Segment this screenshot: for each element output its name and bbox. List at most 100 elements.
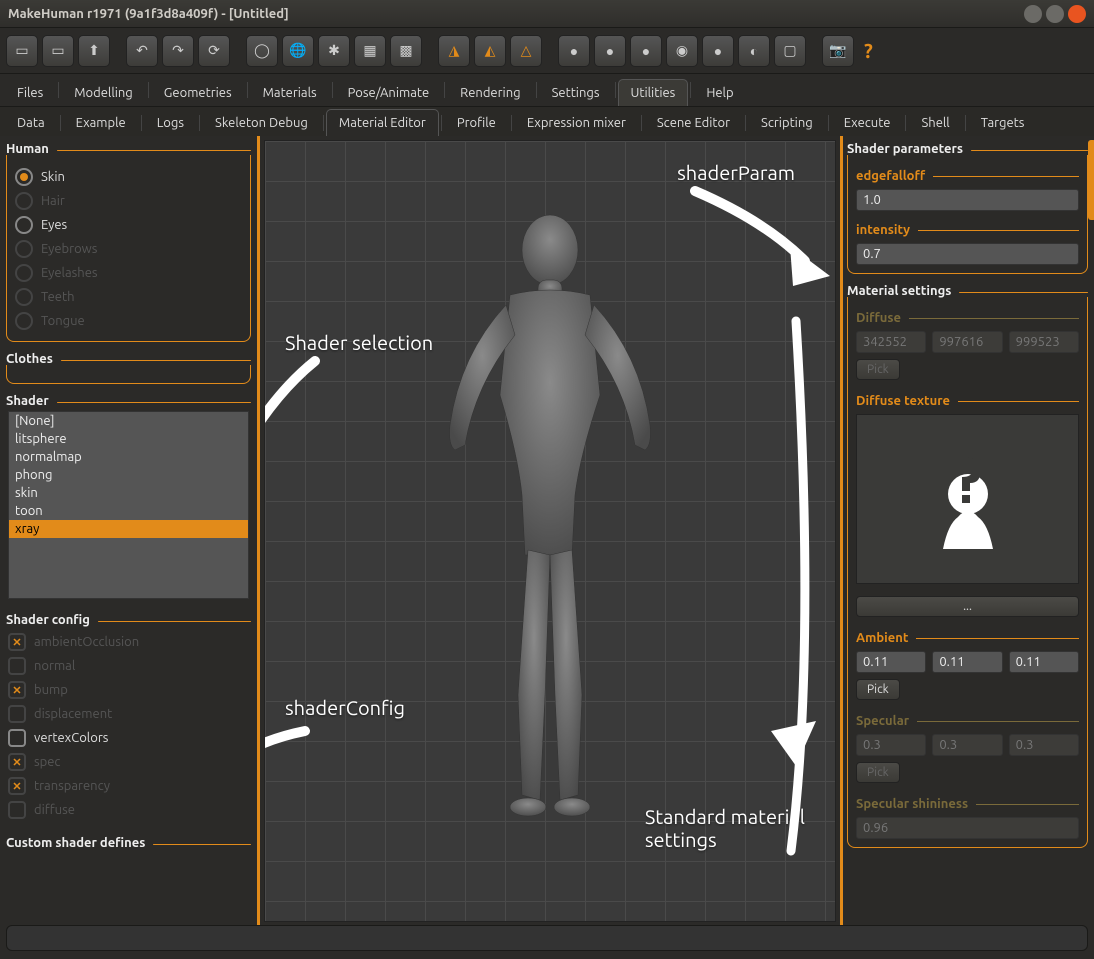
sub-tab-scene-editor[interactable]: Scene Editor — [644, 109, 743, 136]
human-model[interactable] — [400, 195, 700, 835]
status-input[interactable] — [6, 925, 1088, 951]
viewport-wrap: Shader selection shaderConfig shaderPara… — [260, 136, 840, 926]
symmetry-r-icon[interactable]: ◭ — [474, 35, 506, 67]
shader-item-normalmap[interactable]: normalmap — [9, 448, 248, 466]
main-tab-rendering[interactable]: Rendering — [447, 79, 533, 106]
checkbox-icon — [8, 681, 26, 699]
main-tab-materials[interactable]: Materials — [250, 79, 330, 106]
shader-item-xray[interactable]: xray — [9, 520, 248, 538]
redo-icon[interactable]: ↷ — [162, 35, 194, 67]
ambient-label: Ambient — [856, 631, 908, 645]
clothes-title: Clothes — [6, 352, 53, 366]
shader-config-ambientocclusion: ambientOcclusion — [8, 630, 249, 654]
radio-icon — [15, 192, 33, 210]
symmetry-l-icon[interactable]: ◮ — [438, 35, 470, 67]
specular-pick-button[interactable]: Pick — [856, 762, 900, 783]
sub-tabs: DataExampleLogsSkeleton DebugMaterial Ed… — [0, 106, 1094, 136]
option-label: displacement — [34, 707, 112, 721]
sphere1-icon[interactable]: ● — [558, 35, 590, 67]
shader-item-phong[interactable]: phong — [9, 466, 248, 484]
main-tab-help[interactable]: Help — [693, 79, 746, 106]
refresh-icon[interactable]: ⟳ — [198, 35, 230, 67]
diffuse-texture-preview[interactable] — [856, 414, 1079, 584]
sphere3-icon[interactable]: ● — [630, 35, 662, 67]
mirror-icon[interactable]: ◐ — [738, 35, 770, 67]
ambient-r-input[interactable]: 0.11 — [856, 651, 926, 673]
shader-item-skin[interactable]: skin — [9, 484, 248, 502]
ambient-pick-button[interactable]: Pick — [856, 679, 900, 700]
sub-tab-targets[interactable]: Targets — [968, 109, 1038, 136]
sphere2-icon[interactable]: ● — [594, 35, 626, 67]
scrollbar[interactable] — [1088, 140, 1094, 220]
sphere5-icon[interactable]: ● — [702, 35, 734, 67]
sub-tab-material-editor[interactable]: Material Editor — [326, 109, 439, 136]
sub-tab-skeleton-debug[interactable]: Skeleton Debug — [202, 109, 321, 136]
box-icon[interactable]: ▢ — [774, 35, 806, 67]
new-file-icon[interactable]: ▭ — [6, 35, 38, 67]
sub-tab-example[interactable]: Example — [63, 109, 139, 136]
diffuse-b-input[interactable]: 999523 — [1009, 331, 1079, 353]
checkbox-icon — [8, 705, 26, 723]
main-tab-files[interactable]: Files — [4, 79, 56, 106]
main-tab-modelling[interactable]: Modelling — [61, 79, 146, 106]
radio-icon — [15, 168, 33, 186]
annotation-shader-param: shaderParam — [677, 161, 795, 184]
checker-icon[interactable]: ▩ — [390, 35, 422, 67]
diffuse-texture-label: Diffuse texture — [856, 394, 950, 408]
sub-tab-execute[interactable]: Execute — [831, 109, 904, 136]
specular-shininess-label: Specular shininess — [856, 797, 968, 811]
camera-icon[interactable]: 📷 — [822, 35, 854, 67]
pose-icon[interactable]: ✱ — [318, 35, 350, 67]
sub-tab-data[interactable]: Data — [4, 109, 58, 136]
sub-tab-scripting[interactable]: Scripting — [748, 109, 826, 136]
ambient-g-input[interactable]: 0.11 — [932, 651, 1002, 673]
specular-b-input[interactable]: 0.3 — [1009, 734, 1079, 756]
main-tab-pose-animate[interactable]: Pose/Animate — [335, 79, 442, 106]
wireframe-icon[interactable]: 🌐 — [282, 35, 314, 67]
main-tab-geometries[interactable]: Geometries — [151, 79, 245, 106]
specular-shininess-input[interactable]: 0.96 — [856, 817, 1079, 839]
smooth-icon[interactable]: ◯ — [246, 35, 278, 67]
grid-icon[interactable]: ▦ — [354, 35, 386, 67]
sub-tab-expression-mixer[interactable]: Expression mixer — [514, 109, 639, 136]
intensity-input[interactable]: 0.7 — [856, 243, 1079, 265]
maximize-icon[interactable] — [1046, 5, 1064, 23]
sub-tab-logs[interactable]: Logs — [144, 109, 197, 136]
viewport-3d[interactable]: Shader selection shaderConfig shaderPara… — [264, 140, 836, 922]
toolbar: ▭ ▭ ⬆ ↶ ↷ ⟳ ◯ 🌐 ✱ ▦ ▩ ◮ ◭ △ ● ● ● ◉ ● ◐ … — [0, 28, 1094, 74]
minimize-icon[interactable] — [1024, 5, 1042, 23]
specular-r-input[interactable]: 0.3 — [856, 734, 926, 756]
sphere4-icon[interactable]: ◉ — [666, 35, 698, 67]
material-settings-title: Material settings — [847, 284, 951, 298]
symmetry-both-icon[interactable]: △ — [510, 35, 542, 67]
diffuse-r-input[interactable]: 342552 — [856, 331, 926, 353]
help-icon[interactable]: ? — [864, 39, 873, 62]
undo-icon[interactable]: ↶ — [126, 35, 158, 67]
open-file-icon[interactable]: ▭ — [42, 35, 74, 67]
diffuse-g-input[interactable]: 997616 — [932, 331, 1002, 353]
intensity-label: intensity — [856, 223, 910, 237]
main-tab-settings[interactable]: Settings — [539, 79, 613, 106]
human-option-tongue: Tongue — [15, 309, 242, 333]
human-option-skin[interactable]: Skin — [15, 165, 242, 189]
close-icon[interactable] — [1068, 5, 1086, 23]
diffuse-pick-button[interactable]: Pick — [856, 359, 900, 380]
specular-g-input[interactable]: 0.3 — [932, 734, 1002, 756]
shader-config-vertexcolors[interactable]: vertexColors — [8, 726, 249, 750]
checkbox-icon — [8, 729, 26, 747]
shader-list[interactable]: [None]litspherenormalmapphongskintoonxra… — [8, 411, 249, 599]
shader-item-none[interactable]: [None] — [9, 412, 248, 430]
arrow-icon — [264, 711, 365, 811]
shader-item-toon[interactable]: toon — [9, 502, 248, 520]
diffuse-texture-browse-button[interactable]: ... — [856, 596, 1079, 617]
shader-item-litsphere[interactable]: litsphere — [9, 430, 248, 448]
main-tab-utilities[interactable]: Utilities — [618, 79, 689, 106]
human-option-eyes[interactable]: Eyes — [15, 213, 242, 237]
export-icon[interactable]: ⬆ — [78, 35, 110, 67]
sub-tab-profile[interactable]: Profile — [444, 109, 509, 136]
ambient-b-input[interactable]: 0.11 — [1009, 651, 1079, 673]
shader-config-diffuse: diffuse — [8, 798, 249, 822]
custom-defines-group: Custom shader defines — [6, 836, 251, 850]
sub-tab-shell[interactable]: Shell — [908, 109, 962, 136]
edgefalloff-input[interactable]: 1.0 — [856, 189, 1079, 211]
